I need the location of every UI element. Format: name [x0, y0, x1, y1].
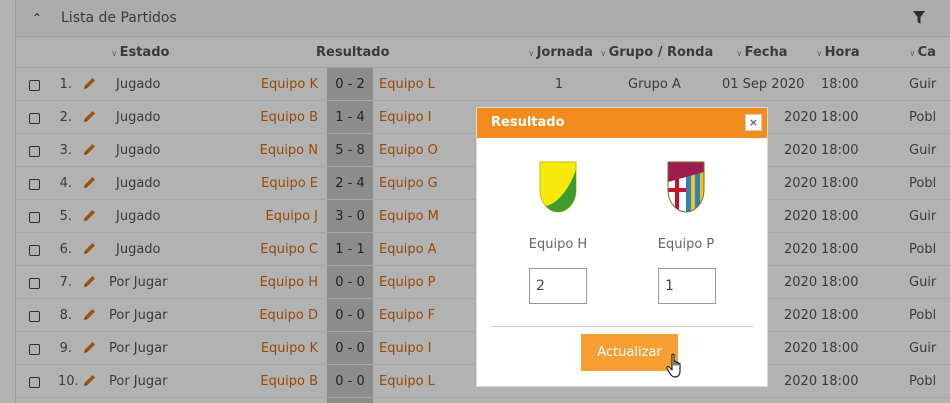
- home-score-input[interactable]: [529, 268, 587, 304]
- hand-pointer-icon: [666, 353, 681, 378]
- team-crest-icon: [667, 161, 705, 213]
- dialog-title-bar: Resultado ×: [477, 108, 767, 138]
- modal-backdrop[interactable]: [0, 0, 950, 403]
- result-dialog: Resultado × Equipo H Equipo P Actualizar: [476, 107, 768, 387]
- close-button[interactable]: ×: [745, 114, 762, 131]
- team-crest-icon: [539, 161, 577, 213]
- away-score-input[interactable]: [658, 268, 716, 304]
- update-button[interactable]: Actualizar: [581, 334, 678, 371]
- away-team-name: Equipo P: [657, 237, 715, 252]
- home-team-name: Equipo H: [528, 237, 588, 252]
- dialog-title: Resultado: [491, 115, 565, 130]
- dialog-divider: [491, 326, 753, 327]
